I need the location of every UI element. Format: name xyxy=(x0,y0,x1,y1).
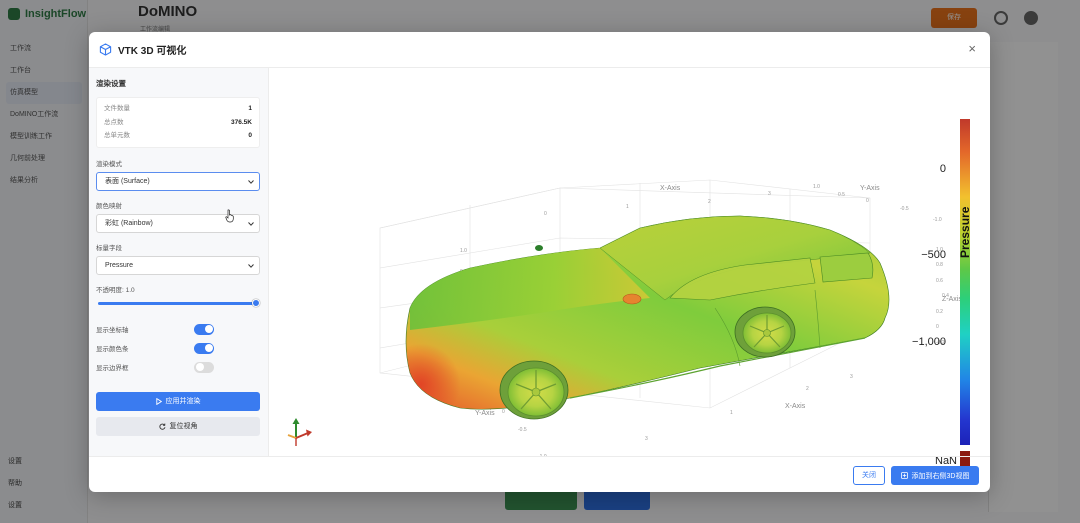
y-axis-title-bottom: Y-Axis xyxy=(475,410,495,417)
colorbar-title-text: Pressure xyxy=(958,206,972,258)
reset-view-button[interactable]: 复位视角 xyxy=(96,416,260,436)
x-axis-title-bottom: X-Axis xyxy=(785,403,806,410)
info-key: 文件数量 xyxy=(104,105,130,112)
cube-icon xyxy=(99,43,112,56)
toggle-knob xyxy=(204,325,213,333)
orientation-axes-icon xyxy=(287,418,312,446)
info-row: 总点数 376.5K xyxy=(104,116,252,130)
car-model xyxy=(405,215,890,420)
svg-text:1: 1 xyxy=(730,410,733,416)
svg-text:0: 0 xyxy=(502,409,505,415)
close-icon[interactable]: × xyxy=(968,42,976,56)
svg-text:0.5: 0.5 xyxy=(838,192,845,198)
modal-title: VTK 3D 可视化 xyxy=(118,46,187,57)
toggle-knob xyxy=(204,344,213,352)
colorbar-tick-1000: −1,000 xyxy=(912,336,946,348)
svg-text:-1.0: -1.0 xyxy=(933,217,942,223)
svg-text:0: 0 xyxy=(936,324,939,330)
svg-text:1.0: 1.0 xyxy=(813,184,820,190)
svg-text:0: 0 xyxy=(866,198,869,204)
info-row: 文件数量 1 xyxy=(104,102,252,116)
toggle-row-axes: 显示坐标轴 xyxy=(96,320,214,339)
svg-text:0.4: 0.4 xyxy=(942,293,949,299)
color-map-label: 颜色映射 xyxy=(96,202,122,210)
toggle-label: 显示坐标轴 xyxy=(96,327,129,334)
plus-square-icon xyxy=(900,472,908,479)
apply-render-button[interactable]: 应用并渲染 xyxy=(96,391,260,411)
svg-text:3: 3 xyxy=(850,374,853,380)
svg-text:1.0: 1.0 xyxy=(460,248,467,254)
modal-footer: 关闭 添加到右侧3D视图 xyxy=(89,456,990,492)
colorbar-tick-0: 0 xyxy=(939,163,946,175)
svg-text:3: 3 xyxy=(768,191,771,197)
toggle-row-colorbar: 显示颜色条 xyxy=(96,339,214,358)
opacity-label: 不透明度: 1.0 xyxy=(96,286,135,294)
svg-text:1: 1 xyxy=(626,204,629,210)
render-mode-value: 表面 (Surface) xyxy=(105,177,150,185)
y-axis-title-top: Y-Axis xyxy=(860,185,880,192)
pressure-colorbar xyxy=(960,119,970,445)
mouse-cursor-icon xyxy=(225,209,234,223)
vtk-modal: VTK 3D 可视化 × 渲染设置 文件数量 1 总点数 376.5K 总单元数 0 … xyxy=(89,32,990,492)
render-settings-panel: 渲染设置 文件数量 1 总点数 376.5K 总单元数 0 渲染模式 表面 (Surf… xyxy=(89,68,269,456)
apply-render-label: 应用并渲染 xyxy=(165,398,201,405)
slider-thumb[interactable] xyxy=(252,298,260,307)
show-axes-toggle[interactable] xyxy=(194,323,214,335)
scalar-field-label: 标量字段 xyxy=(96,244,122,252)
reset-icon xyxy=(158,423,165,430)
info-value: 1 xyxy=(248,105,252,112)
info-box: 文件数量 1 总点数 376.5K 总单元数 0 xyxy=(96,97,260,148)
toggle-row-bounds: 显示边界框 xyxy=(96,358,214,377)
colorbar-tick-500: −500 xyxy=(921,249,946,261)
svg-text:0: 0 xyxy=(544,211,547,217)
svg-text:0.8: 0.8 xyxy=(936,262,943,268)
add-to-3d-view-label: 添加到右侧3D视图 xyxy=(911,472,970,480)
toggle-knob xyxy=(195,363,204,371)
info-value: 0 xyxy=(248,132,252,139)
scalar-field-value: Pressure xyxy=(105,261,134,269)
info-key: 总单元数 xyxy=(104,132,130,139)
close-button[interactable]: 关闭 xyxy=(853,466,885,485)
slider-track xyxy=(98,301,258,305)
section-title: 渲染设置 xyxy=(96,79,126,88)
chevron-down-icon xyxy=(248,221,254,226)
svg-text:-0.5: -0.5 xyxy=(900,206,909,212)
info-row: 总单元数 0 xyxy=(104,129,252,143)
colorbar-title: Pressure xyxy=(958,207,972,258)
chevron-down-icon xyxy=(248,263,254,268)
color-map-value: 彩虹 (Rainbow) xyxy=(105,219,153,227)
svg-text:2: 2 xyxy=(708,199,711,205)
info-value: 376.5K xyxy=(231,118,252,126)
scalar-field-select[interactable]: Pressure xyxy=(96,255,260,275)
play-icon xyxy=(155,397,162,405)
vtk-scene[interactable]: X-Axis Y-Axis Z-Axis Z-Axis Y-Axis X-Axi… xyxy=(270,68,990,456)
render-mode-select[interactable]: 表面 (Surface) xyxy=(96,171,260,191)
show-colorbar-toggle[interactable] xyxy=(194,342,214,354)
toggle-label: 显示颜色条 xyxy=(96,346,129,353)
x-axis-title-top: X-Axis xyxy=(660,185,681,192)
svg-text:0.6: 0.6 xyxy=(936,278,943,284)
modal-header: VTK 3D 可视化 × xyxy=(89,32,990,68)
svg-text:-0.5: -0.5 xyxy=(518,427,527,433)
svg-text:0.2: 0.2 xyxy=(936,309,943,315)
toggle-label: 显示边界框 xyxy=(96,365,129,372)
color-map-select[interactable]: 彩虹 (Rainbow) xyxy=(96,213,260,233)
chevron-down-icon xyxy=(248,179,254,184)
show-bounds-toggle[interactable] xyxy=(194,361,214,373)
vtk-viewport[interactable]: X-Axis Y-Axis Z-Axis Z-Axis Y-Axis X-Axi… xyxy=(270,68,990,474)
add-to-3d-view-button[interactable]: 添加到右侧3D视图 xyxy=(891,466,979,485)
render-mode-label: 渲染模式 xyxy=(96,160,122,168)
svg-text:2: 2 xyxy=(806,386,809,392)
info-key: 总点数 xyxy=(104,118,124,126)
reset-view-label: 复位视角 xyxy=(169,423,198,430)
svg-text:3: 3 xyxy=(645,436,648,442)
opacity-slider[interactable] xyxy=(96,298,260,308)
